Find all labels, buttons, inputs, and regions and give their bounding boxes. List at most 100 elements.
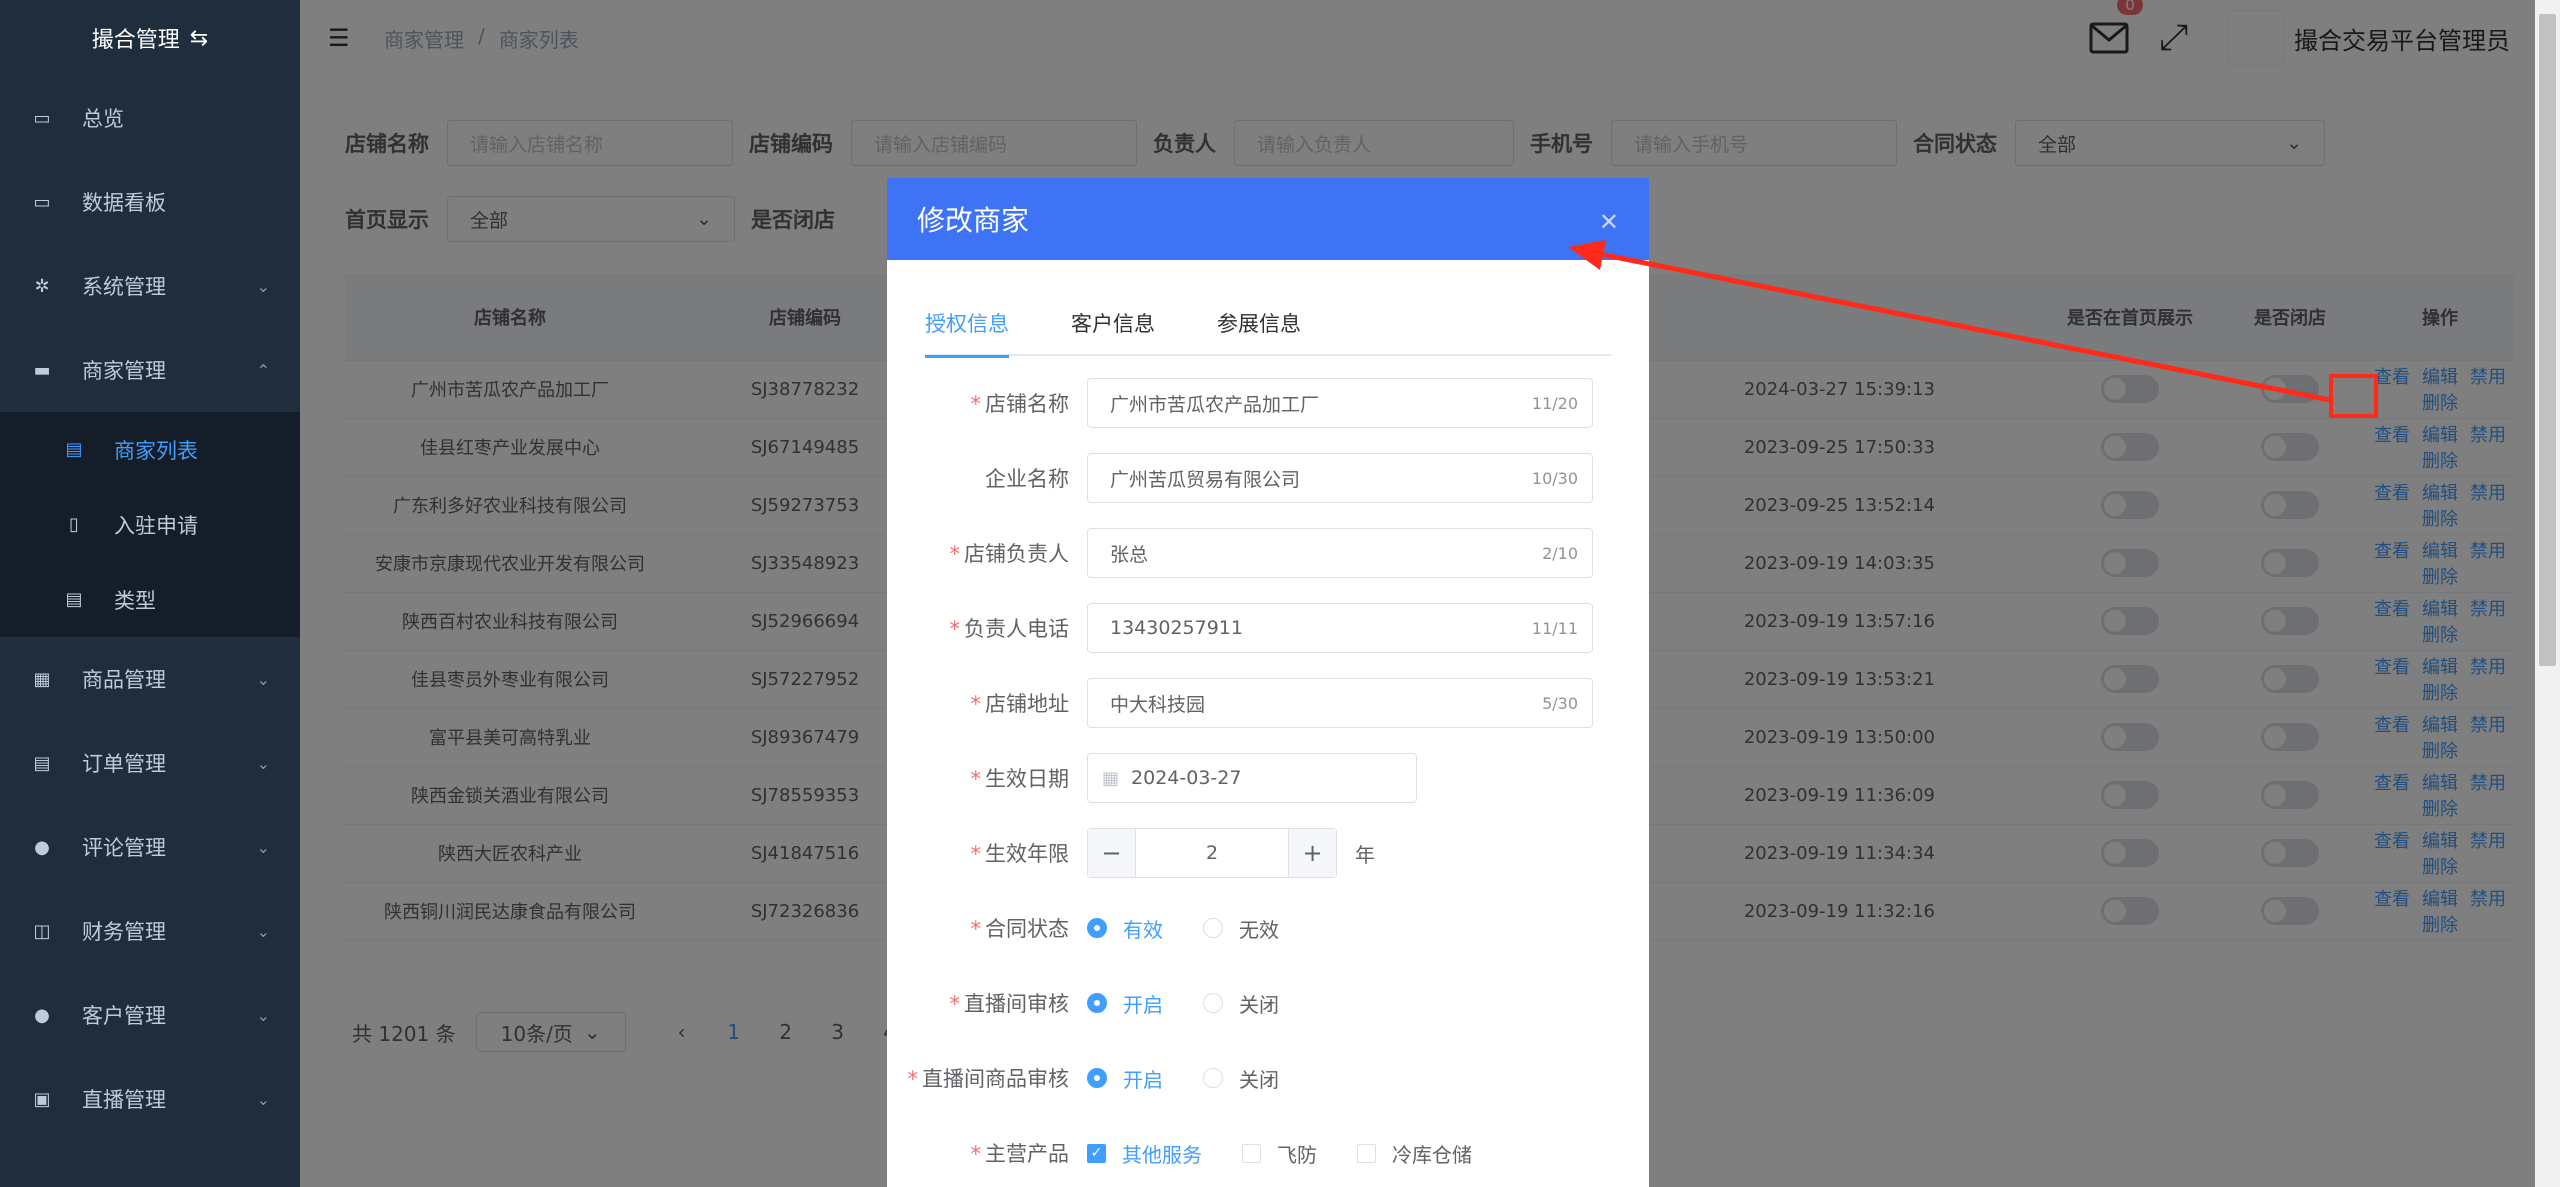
form-row-phone: * 负责人电话 13430257911 11/11 xyxy=(887,603,1649,653)
owner-field[interactable]: 张总 2/10 xyxy=(1087,528,1593,578)
dialog-title: 修改商家 xyxy=(917,204,1030,237)
switch-icon[interactable]: ⇆ xyxy=(190,26,208,51)
field-value: 中大科技园 xyxy=(1110,693,1206,716)
edit-merchant-dialog: 修改商家 ✕ 授权信息 客户信息 参展信息 * 店铺名称 广州市苦瓜农产品加工厂 1… xyxy=(887,178,1649,1187)
sidebar-item-finance[interactable]: ◫ 财务管理 ⌄ xyxy=(0,889,300,973)
chevron-down-icon: ⌄ xyxy=(256,669,270,689)
sidebar: 撮合管理 ⇆ ▭ 总览 ▭ 数据看板 ✲ 系统管理 ⌄ ▬ 商家管理 ⌃ ▤ 商家列表 ▯ 入驻… xyxy=(0,0,300,1187)
field-label: * 直播间审核 xyxy=(949,992,1070,1016)
close-icon[interactable]: ✕ xyxy=(1599,208,1619,236)
field-label: * 直播间商品审核 xyxy=(907,1067,1070,1091)
sidebar-item-label: 商家管理 xyxy=(82,359,166,383)
char-count: 2/10 xyxy=(1542,543,1578,563)
live-icon: ▣ xyxy=(33,1088,51,1110)
form-row-owner: * 店铺负责人 张总 2/10 xyxy=(887,528,1649,578)
sidebar-item-apply[interactable]: ▯ 入驻申请 xyxy=(0,487,300,562)
live-audit-off-radio[interactable]: 关闭 xyxy=(1203,989,1279,1018)
form-row-live-audit: * 直播间审核 开启 关闭 xyxy=(887,978,1649,1028)
comment-icon: ● xyxy=(34,836,50,858)
address-field[interactable]: 中大科技园 5/30 xyxy=(1087,678,1593,728)
sidebar-item-label: 财务管理 xyxy=(82,920,166,944)
logo-text: 撮合管理 xyxy=(91,28,180,53)
field-label: * 主营产品 xyxy=(970,1142,1070,1166)
minus-button[interactable]: − xyxy=(1088,829,1136,877)
sidebar-item-customers[interactable]: ● 客户管理 ⌄ xyxy=(0,973,300,1057)
product-checkbox[interactable]: 飞防 xyxy=(1242,1139,1317,1168)
gift-icon: ▦ xyxy=(33,668,51,690)
sidebar-item-live[interactable]: ▣ 直播管理 ⌄ xyxy=(0,1057,300,1141)
sidebar-item-label: 总览 xyxy=(82,107,124,131)
chevron-down-icon: ⌄ xyxy=(256,837,270,857)
sidebar-item-dashboard[interactable]: ▭ 数据看板 xyxy=(0,160,300,244)
tab-customer-info[interactable]: 客户信息 xyxy=(1071,308,1155,356)
field-label: 企业名称 xyxy=(985,467,1069,491)
field-value: 广州苦瓜贸易有限公司 xyxy=(1110,468,1301,491)
product-checkbox[interactable]: ✓ 其他服务 xyxy=(1087,1139,1202,1168)
field-value: 13430257911 xyxy=(1110,617,1243,639)
field-value: 广州市苦瓜农产品加工厂 xyxy=(1110,393,1320,416)
field-label: * 合同状态 xyxy=(970,917,1070,941)
char-count: 10/30 xyxy=(1531,468,1578,488)
company-field[interactable]: 广州苦瓜贸易有限公司 10/30 xyxy=(1087,453,1593,503)
sidebar-item-label: 评论管理 xyxy=(82,836,166,860)
page-scrollbar[interactable] xyxy=(2535,0,2560,1187)
field-label: * 店铺名称 xyxy=(970,392,1070,416)
sidebar-item-type[interactable]: ▤ 类型 xyxy=(0,562,300,637)
shop-name-field[interactable]: 广州市苦瓜农产品加工厂 11/20 xyxy=(1087,378,1593,428)
sidebar-item-orders[interactable]: ▤ 订单管理 ⌄ xyxy=(0,721,300,805)
form-row-products: * 主营产品 ✓ 其他服务 飞防 冷库仓储 xyxy=(887,1128,1649,1178)
sidebar-item-system[interactable]: ✲ 系统管理 ⌄ xyxy=(0,244,300,328)
doc-icon: ▯ xyxy=(69,514,79,535)
scrollbar-thumb[interactable] xyxy=(2539,14,2556,666)
chevron-up-icon: ⌃ xyxy=(256,360,270,380)
app-logo: 撮合管理 ⇆ xyxy=(0,0,300,76)
phone-field[interactable]: 13430257911 11/11 xyxy=(1087,603,1593,653)
sidebar-item-label: 数据看板 xyxy=(82,191,166,215)
contract-invalid-radio[interactable]: 无效 xyxy=(1203,914,1279,943)
wallet-icon: ◫ xyxy=(33,920,51,942)
sidebar-item-label: 商品管理 xyxy=(82,668,166,692)
sidebar-item-merchant-list[interactable]: ▤ 商家列表 xyxy=(0,412,300,487)
product-checkbox[interactable]: 冷库仓储 xyxy=(1357,1139,1472,1168)
live-goods-audit-on-radio[interactable]: 开启 xyxy=(1087,1064,1163,1093)
char-count: 5/30 xyxy=(1542,693,1578,713)
chevron-down-icon: ⌄ xyxy=(256,1005,270,1025)
date-picker[interactable]: ▦ 2024-03-27 xyxy=(1087,753,1417,803)
tab-exhibit-info[interactable]: 参展信息 xyxy=(1217,308,1301,356)
date-value: 2024-03-27 xyxy=(1131,767,1242,789)
merchant-submenu: ▤ 商家列表 ▯ 入驻申请 ▤ 类型 xyxy=(0,412,300,637)
doc-icon: ▤ xyxy=(65,589,83,610)
sidebar-item-label: 客户管理 xyxy=(82,1004,166,1028)
form-row-address: * 店铺地址 中大科技园 5/30 xyxy=(887,678,1649,728)
term-value[interactable]: 2 xyxy=(1136,842,1288,864)
user-icon: ● xyxy=(34,1004,50,1026)
tab-auth-info[interactable]: 授权信息 xyxy=(925,308,1009,358)
field-label: * 负责人电话 xyxy=(949,617,1070,641)
dialog-tabs: 授权信息 客户信息 参展信息 xyxy=(925,308,1611,358)
form-row-contract: * 合同状态 有效 无效 xyxy=(887,903,1649,953)
term-unit: 年 xyxy=(1355,842,1375,867)
sidebar-item-label: 入驻申请 xyxy=(114,513,198,538)
plus-button[interactable]: + xyxy=(1288,829,1336,877)
sidebar-item-merchant[interactable]: ▬ 商家管理 ⌃ xyxy=(0,328,300,412)
live-audit-on-radio[interactable]: 开启 xyxy=(1087,989,1163,1018)
field-label: * 店铺负责人 xyxy=(949,542,1070,566)
sidebar-item-goods[interactable]: ▦ 商品管理 ⌄ xyxy=(0,637,300,721)
monitor-icon: ▭ xyxy=(33,191,51,213)
list-icon: ▤ xyxy=(65,439,83,460)
sidebar-item-label: 类型 xyxy=(114,588,156,613)
live-goods-audit-off-radio[interactable]: 关闭 xyxy=(1203,1064,1279,1093)
sidebar-item-overview[interactable]: ▭ 总览 xyxy=(0,76,300,160)
contract-valid-radio[interactable]: 有效 xyxy=(1087,914,1163,943)
calendar-icon: ▦ xyxy=(1102,767,1120,789)
form-row-date: * 生效日期 ▦ 2024-03-27 xyxy=(887,753,1649,803)
store-icon: ▬ xyxy=(33,359,51,381)
form-row-term: * 生效年限 − 2 + 年 xyxy=(887,828,1649,878)
char-count: 11/20 xyxy=(1531,393,1578,413)
sidebar-item-label: 订单管理 xyxy=(82,752,166,776)
field-label: * 生效年限 xyxy=(970,842,1070,866)
sidebar-item-comments[interactable]: ● 评论管理 ⌄ xyxy=(0,805,300,889)
chevron-down-icon: ⌄ xyxy=(256,276,270,296)
char-count: 11/11 xyxy=(1531,618,1578,638)
monitor-icon: ▭ xyxy=(33,107,51,129)
